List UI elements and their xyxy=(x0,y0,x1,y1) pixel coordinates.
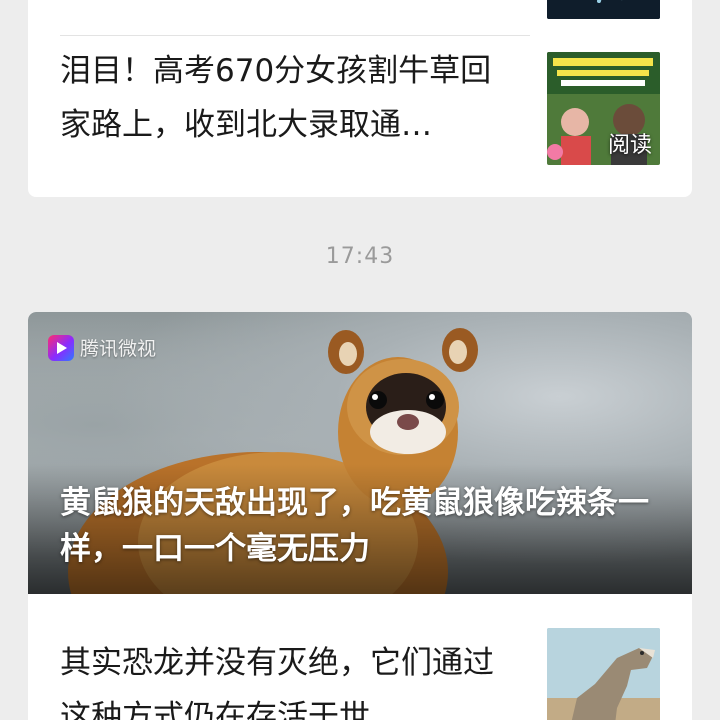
source-badge: 腾讯微视 xyxy=(48,334,156,361)
night-performer-thumbnail xyxy=(547,0,660,19)
news-collage-thumbnail: 阅读 xyxy=(547,52,660,165)
source-label: 腾讯微视 xyxy=(80,338,157,360)
article-item[interactable]: 泪目！高考670分女孩割牛草回家路上，收到北大录取通… 阅读 xyxy=(60,44,660,174)
article-card-top: 泪目！高考670分女孩割牛草回家路上，收到北大录取通… 阅读 xyxy=(28,0,692,197)
divider xyxy=(60,35,530,36)
article-item[interactable] xyxy=(60,0,660,34)
featured-title: 黄鼠狼的天敌出现了，吃黄鼠狼像吃辣条一样，一口一个毫无压力 xyxy=(60,485,649,567)
article-item[interactable]: 其实恐龙并没有灭绝，它们通过这种方式仍在存活于世 xyxy=(60,628,660,720)
weishi-play-icon xyxy=(48,334,74,361)
article-title: 其实恐龙并没有灭绝，它们通过这种方式仍在存活于世 xyxy=(60,645,494,720)
featured-video[interactable]: 腾讯微视 黄鼠狼的天敌出现了，吃黄鼠狼像吃辣条一样，一口一个毫无压力 xyxy=(28,312,692,594)
read-badge: 阅读 xyxy=(607,133,652,158)
message-timestamp: 17:43 xyxy=(325,244,395,269)
dinosaur-thumbnail xyxy=(547,628,660,720)
article-card-bottom: 腾讯微视 黄鼠狼的天敌出现了，吃黄鼠狼像吃辣条一样，一口一个毫无压力 其实恐龙并… xyxy=(28,312,692,720)
article-title: 泪目！高考670分女孩割牛草回家路上，收到北大录取通… xyxy=(60,53,492,143)
